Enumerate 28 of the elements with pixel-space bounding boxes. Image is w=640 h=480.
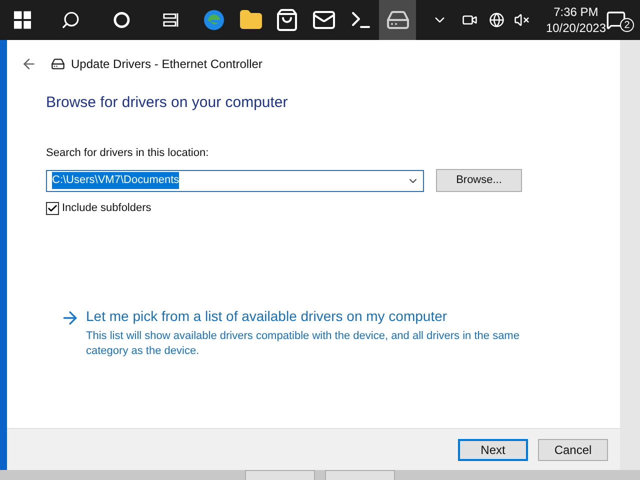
checkbox[interactable] (46, 202, 59, 215)
browser-icon (202, 8, 226, 32)
location-combo-box[interactable]: C:\Users\VM7\Documents (46, 170, 424, 192)
muted-speaker-icon[interactable] (514, 12, 530, 28)
mail-icon (312, 8, 336, 32)
checkbox-label: Include subfolders (62, 201, 152, 216)
task-view-icon[interactable] (162, 11, 180, 29)
globe-icon[interactable] (489, 12, 504, 28)
device-icon (51, 57, 65, 71)
page-heading: Browse for drivers on your computer (46, 93, 289, 113)
shopping-bag-icon (275, 8, 300, 32)
location-label: Search for drivers in this location: (46, 146, 210, 160)
browse-button[interactable]: Browse... (436, 169, 522, 192)
link-description: This list will show available drivers compatible with the device, and all drivers in the same category as the device. (86, 328, 520, 358)
pick-driver-link[interactable]: Let me pick from a list of available drivers on my computer (86, 306, 556, 326)
circle-icon[interactable] (112, 11, 130, 29)
clock-time[interactable]: 7:36 PM (554, 4, 598, 20)
notification-badge: 2 (620, 18, 634, 32)
dialog-button[interactable]: Next (458, 438, 528, 460)
search-icon[interactable] (61, 10, 81, 30)
window-title: Update Drivers - Ethernet Controller (71, 56, 262, 73)
dialog-button[interactable]: Cancel (538, 438, 608, 460)
folder-icon (238, 8, 263, 32)
clock-date[interactable]: 10/20/2023 (546, 20, 606, 36)
notification-icon[interactable] (606, 10, 626, 30)
device-icon (386, 8, 410, 32)
location-value: C:\Users\VM7\Documents (52, 172, 180, 189)
windows-logo-icon[interactable] (14, 11, 32, 29)
